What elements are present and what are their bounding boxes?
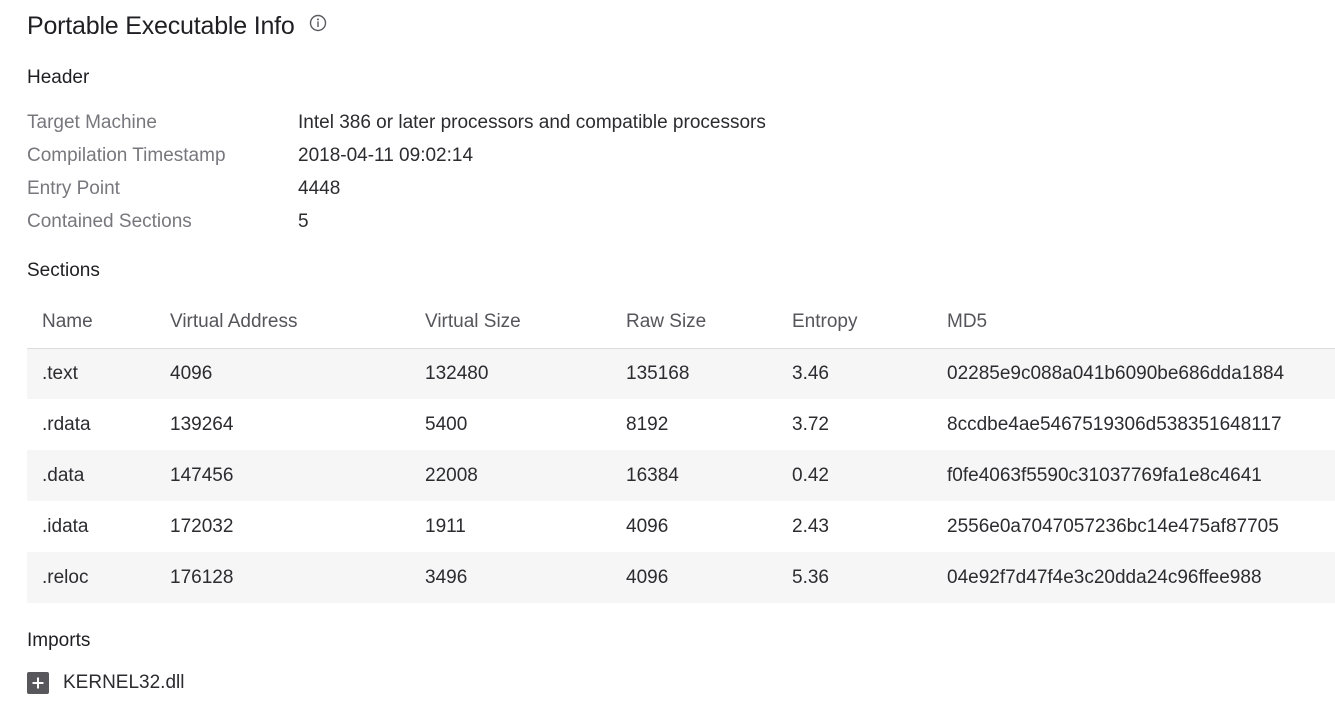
cell-entropy: 3.72: [792, 413, 829, 435]
cell-md5: 04e92f7d47f4e3c20dda24c96ffee988: [932, 552, 1335, 603]
table-row: .data 147456 22008 16384 0.42 f0fe4063f5…: [27, 450, 1335, 501]
sections-table: Name Virtual Address Virtual Size Raw Si…: [27, 296, 1335, 603]
column-header-entropy: Entropy: [777, 296, 932, 349]
column-header-virtual-size: Virtual Size: [410, 296, 611, 349]
cell-raw-size: 4096: [626, 515, 669, 537]
table-row: .reloc 176128 3496 4096 5.36 04e92f7d47f…: [27, 552, 1335, 603]
header-row-entry-point: Entry Point 4448: [27, 172, 1027, 205]
cell-virtual-size: 22008: [410, 450, 611, 501]
page-title: Portable Executable Info: [27, 11, 295, 40]
header-key: Compilation Timestamp: [27, 145, 226, 166]
header-row-compilation-timestamp: Compilation Timestamp 2018-04-11 09:02:1…: [27, 139, 1027, 172]
header-heading: Header: [27, 67, 90, 88]
cell-name: .reloc: [27, 552, 155, 603]
cell-raw-size: 8192: [626, 413, 669, 435]
imports-heading: Imports: [27, 630, 91, 651]
header-row-target-machine: Target Machine Intel 386 or later proces…: [27, 106, 1027, 139]
header-value: 4448: [298, 178, 341, 199]
cell-name: .rdata: [42, 413, 91, 435]
header-key: Contained Sections: [27, 211, 192, 232]
header-key: Entry Point: [27, 178, 120, 199]
expand-plus-icon[interactable]: [27, 672, 49, 694]
cell-name: .text: [27, 348, 155, 399]
cell-virtual-size: 1911: [425, 515, 466, 537]
cell-raw-size: 16384: [611, 450, 777, 501]
sections-header-row: Name Virtual Address Virtual Size Raw Si…: [27, 296, 1335, 349]
header-key: Target Machine: [27, 112, 157, 133]
cell-virtual-address: 147456: [155, 450, 410, 501]
pe-info-panel: Portable Executable Info Header Target M…: [0, 0, 1335, 705]
header-table: Target Machine Intel 386 or later proces…: [27, 106, 1027, 238]
cell-raw-size: 135168: [611, 348, 777, 399]
import-label[interactable]: KERNEL32.dll: [63, 672, 184, 694]
cell-virtual-size: 5400: [425, 413, 468, 435]
cell-virtual-address: 176128: [155, 552, 410, 603]
header-row-contained-sections: Contained Sections 5: [27, 205, 1027, 238]
cell-virtual-address: 172032: [170, 515, 234, 537]
cell-entropy: 5.36: [777, 552, 932, 603]
cell-md5: 02285e9c088a041b6090be686dda1884: [932, 348, 1335, 399]
cell-entropy: 0.42: [777, 450, 932, 501]
column-header-name: Name: [27, 296, 155, 349]
cell-name: .idata: [42, 515, 89, 537]
cell-virtual-size: 132480: [410, 348, 611, 399]
table-row: .rdata 139264 5400 8192 3.72 8ccdbe4ae54…: [27, 399, 1335, 450]
table-row: .text 4096 132480 135168 3.46 02285e9c08…: [27, 348, 1335, 399]
cell-virtual-address: 139264: [170, 413, 234, 435]
import-item-kernel32[interactable]: KERNEL32.dll: [27, 672, 184, 694]
cell-md5: f0fe4063f5590c31037769fa1e8c4641: [932, 450, 1335, 501]
cell-virtual-address: 4096: [155, 348, 410, 399]
cell-entropy: 3.46: [777, 348, 932, 399]
header-value: 5: [298, 211, 309, 232]
header-value: Intel 386 or later processors and compat…: [298, 112, 766, 133]
header-value: 2018-04-11 09:02:14: [298, 145, 474, 166]
info-icon[interactable]: [309, 14, 327, 32]
table-row: .idata 172032 1911 4096 2.43 2556e0a7047…: [27, 501, 1335, 552]
column-header-virtual-address: Virtual Address: [155, 296, 410, 349]
cell-virtual-size: 3496: [410, 552, 611, 603]
column-header-raw-size: Raw Size: [611, 296, 777, 349]
column-header-md5: MD5: [932, 296, 1335, 349]
cell-md5: 2556e0a7047057236bc14e475af87705: [947, 515, 1279, 537]
sections-heading: Sections: [27, 260, 100, 281]
cell-md5: 8ccdbe4ae5467519306d538351648117: [947, 413, 1282, 435]
cell-entropy: 2.43: [792, 515, 829, 537]
cell-raw-size: 4096: [611, 552, 777, 603]
cell-name: .data: [27, 450, 155, 501]
title-row: Portable Executable Info: [27, 8, 327, 44]
